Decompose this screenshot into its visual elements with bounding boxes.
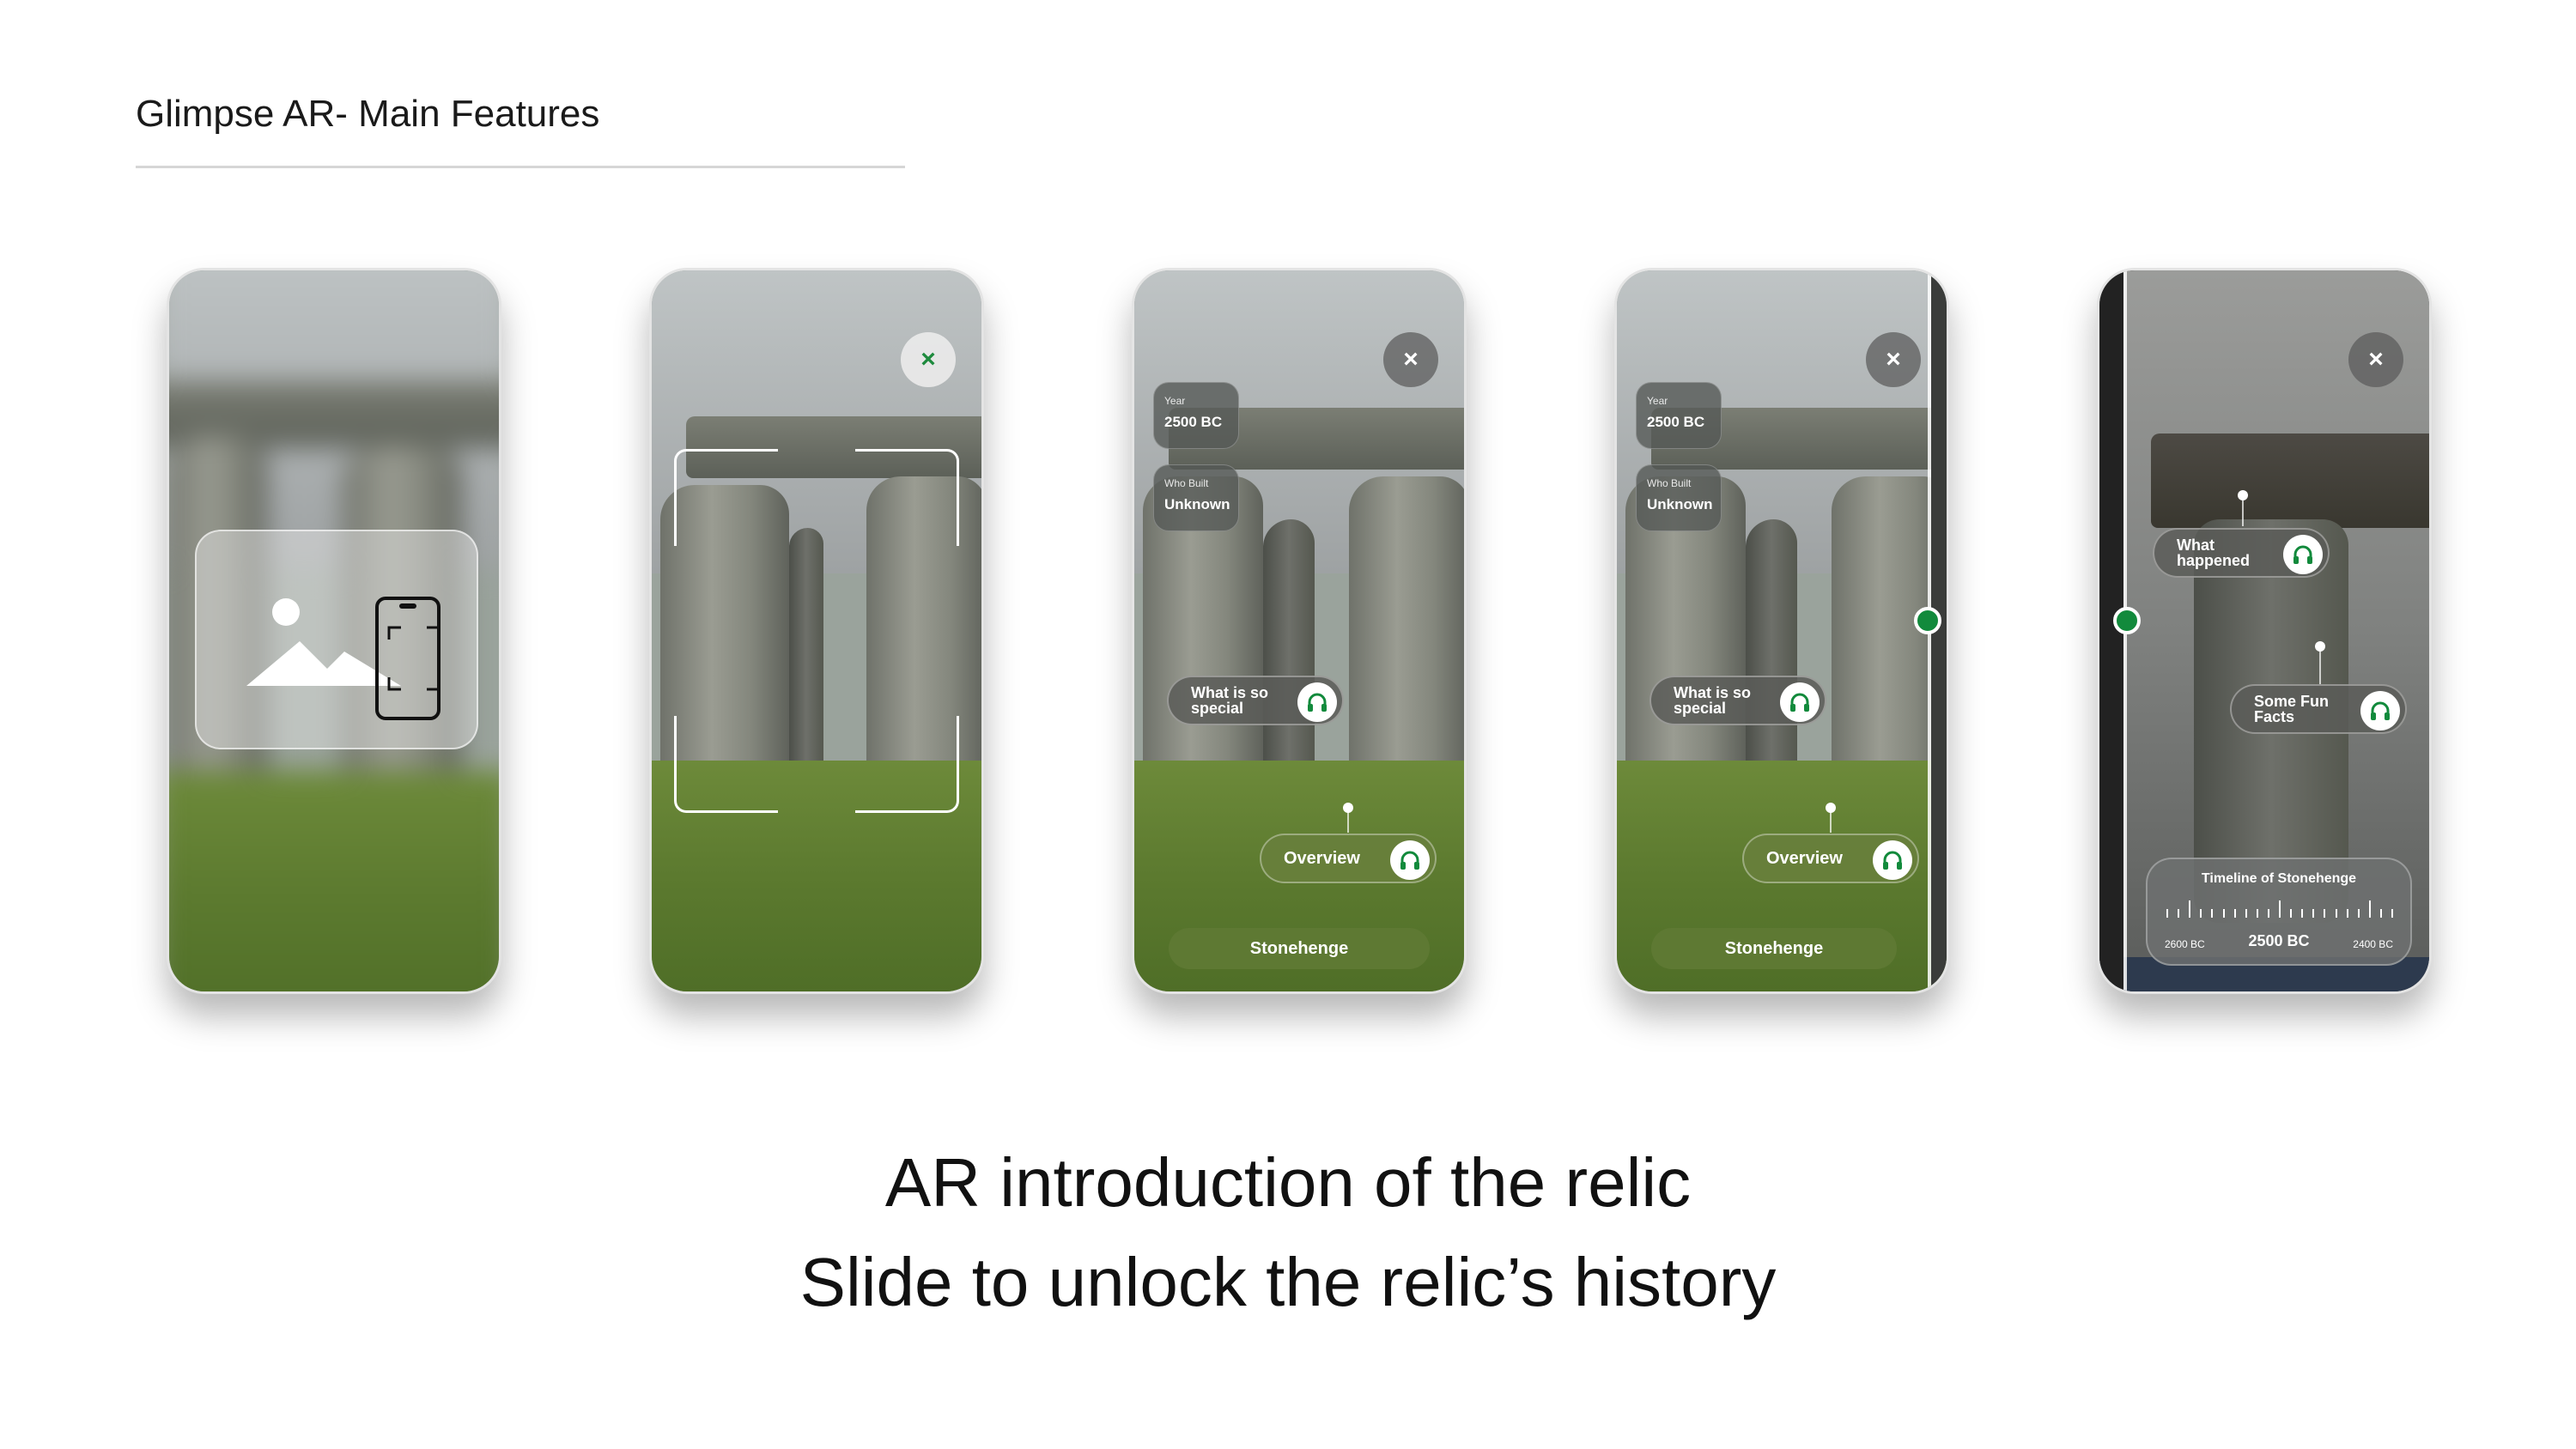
headphones-icon xyxy=(1780,682,1820,722)
close-button[interactable]: × xyxy=(1383,332,1438,387)
overview-label: Overview xyxy=(1284,849,1360,868)
what-happened-button[interactable]: What happened xyxy=(2153,528,2330,578)
overview-button[interactable]: Overview xyxy=(1260,834,1437,883)
caption-line-2: Slide to unlock the relic’s history xyxy=(799,1244,1777,1320)
what-is-special-label: What is so special xyxy=(1674,684,1752,717)
caption-line-1: AR introduction of the relic xyxy=(884,1144,1692,1221)
timeline-title: Timeline of Stonehenge xyxy=(2201,871,2357,886)
close-button[interactable]: × xyxy=(1866,332,1921,387)
overview-button[interactable]: Overview xyxy=(1742,834,1919,883)
image-scan-card[interactable] xyxy=(195,530,478,749)
phone-screen-3: × Year 2500 BC Who Built Unknown What is… xyxy=(1132,268,1467,994)
timeline-current-label: 2500 BC xyxy=(2248,932,2310,949)
builder-chip[interactable]: Who Built Unknown xyxy=(1153,464,1239,531)
what-is-special-button[interactable]: What is so special xyxy=(1649,676,1826,725)
headphones-icon xyxy=(1390,840,1430,880)
relic-name-bar[interactable]: Stonehenge xyxy=(1651,928,1897,969)
year-value: 2500 BC xyxy=(1164,414,1223,430)
close-button[interactable]: × xyxy=(2348,332,2403,387)
builder-value: Unknown xyxy=(1164,496,1230,512)
phone-screen-5: × What happened Some Fun Facts Timeline … xyxy=(2097,268,2432,994)
year-value: 2500 BC xyxy=(1647,414,1705,430)
builder-chip[interactable]: Who Built Unknown xyxy=(1636,464,1722,531)
history-slider-handle[interactable] xyxy=(1914,607,1941,634)
what-happened-label: What happened xyxy=(2177,537,2251,569)
builder-label: Who Built xyxy=(1164,477,1209,489)
timeline-slider[interactable]: Timeline of Stonehenge 2600 BC 2500 BC 2… xyxy=(2146,858,2412,966)
phone-screen-4: × Year 2500 BC Who Built Unknown What is… xyxy=(1614,268,1949,994)
year-label: Year xyxy=(1164,395,1186,407)
title-divider xyxy=(136,166,905,168)
history-slider-handle[interactable] xyxy=(2113,607,2141,634)
year-chip[interactable]: Year 2500 BC xyxy=(1153,382,1239,449)
headphones-icon xyxy=(2283,535,2323,574)
timeline-start-label: 2600 BC xyxy=(2165,938,2205,950)
phone-screen-1 xyxy=(167,268,501,994)
builder-value: Unknown xyxy=(1647,496,1713,512)
year-label: Year xyxy=(1647,395,1668,407)
timeline-ticks xyxy=(2166,900,2393,918)
fun-facts-button[interactable]: Some Fun Facts xyxy=(2230,684,2407,734)
overview-label: Overview xyxy=(1766,849,1843,868)
builder-label: Who Built xyxy=(1647,477,1692,489)
year-chip[interactable]: Year 2500 BC xyxy=(1636,382,1722,449)
close-button[interactable]: × xyxy=(901,332,956,387)
image-scan-icon xyxy=(246,597,440,720)
headphones-icon xyxy=(2360,691,2400,731)
headphones-icon xyxy=(1297,682,1337,722)
headphones-icon xyxy=(1873,840,1912,880)
what-is-special-button[interactable]: What is so special xyxy=(1167,676,1344,725)
fun-facts-label: Some Fun Facts xyxy=(2254,693,2330,725)
slide-title: Glimpse AR- Main Features xyxy=(136,93,600,135)
what-is-special-label: What is so special xyxy=(1191,684,1269,717)
relic-name-bar[interactable]: Stonehenge xyxy=(1169,928,1430,969)
timeline-end-label: 2400 BC xyxy=(2353,938,2393,950)
phone-screen-2: × xyxy=(649,268,984,994)
